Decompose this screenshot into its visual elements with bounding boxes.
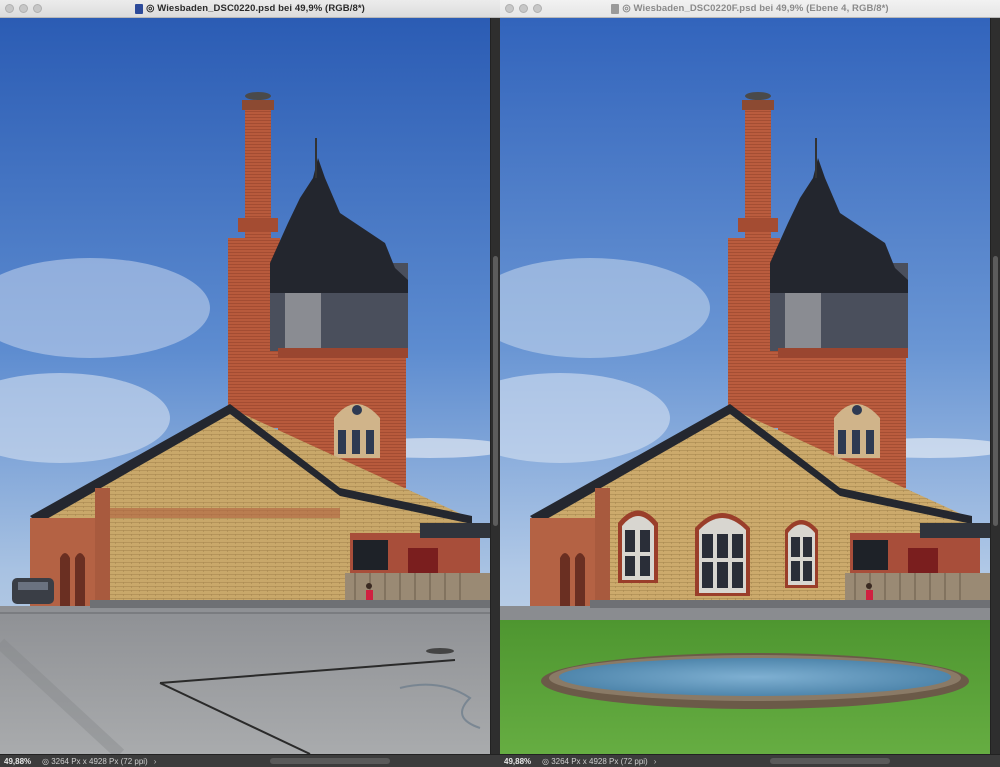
window-titlebar[interactable]: ◎ Wiesbaden_DSC0220.psd bei 49,9% (RGB/8…	[0, 0, 500, 18]
zoom-level[interactable]: 49,88%	[0, 757, 36, 766]
minimize-window-button[interactable]	[519, 4, 528, 13]
document-window-edited[interactable]: ◎ Wiesbaden_DSC0220F.psd bei 49,9% (Eben…	[500, 0, 1000, 767]
photo-edited	[500, 18, 990, 754]
vertical-scrollbar[interactable]	[490, 18, 500, 754]
horizontal-scroll-thumb[interactable]	[770, 758, 890, 764]
document-info: ◎ 3264 Px x 4928 Px (72 ppi)	[542, 756, 648, 766]
vertical-scroll-thumb[interactable]	[493, 256, 498, 526]
zoom-window-button[interactable]	[533, 4, 542, 13]
minimize-window-button[interactable]	[19, 4, 28, 13]
image-canvas[interactable]	[0, 18, 490, 754]
window-title: ◎ Wiesbaden_DSC0220F.psd bei 49,9% (Eben…	[622, 3, 889, 14]
psd-document-icon	[611, 3, 620, 14]
vertical-scrollbar[interactable]	[990, 18, 1000, 754]
photo-original	[0, 18, 490, 754]
status-bar: 49,88% ◎ 3264 Px x 4928 Px (72 ppi) ›	[0, 754, 500, 767]
status-menu-chevron-icon[interactable]: ›	[648, 757, 657, 766]
document-info: ◎ 3264 Px x 4928 Px (72 ppi)	[42, 756, 148, 766]
zoom-window-button[interactable]	[33, 4, 42, 13]
horizontal-scroll-thumb[interactable]	[270, 758, 390, 764]
psd-document-icon	[135, 3, 144, 14]
image-canvas[interactable]	[500, 18, 990, 754]
vertical-scroll-thumb[interactable]	[993, 256, 998, 526]
window-controls	[505, 4, 542, 13]
window-titlebar[interactable]: ◎ Wiesbaden_DSC0220F.psd bei 49,9% (Eben…	[500, 0, 1000, 18]
document-window-original[interactable]: ◎ Wiesbaden_DSC0220.psd bei 49,9% (RGB/8…	[0, 0, 500, 767]
close-window-button[interactable]	[505, 4, 514, 13]
window-title: ◎ Wiesbaden_DSC0220.psd bei 49,9% (RGB/8…	[146, 3, 365, 14]
close-window-button[interactable]	[5, 4, 14, 13]
status-bar: 49,88% ◎ 3264 Px x 4928 Px (72 ppi) ›	[500, 754, 1000, 767]
zoom-level[interactable]: 49,88%	[500, 757, 536, 766]
window-controls	[5, 4, 42, 13]
status-menu-chevron-icon[interactable]: ›	[148, 757, 157, 766]
